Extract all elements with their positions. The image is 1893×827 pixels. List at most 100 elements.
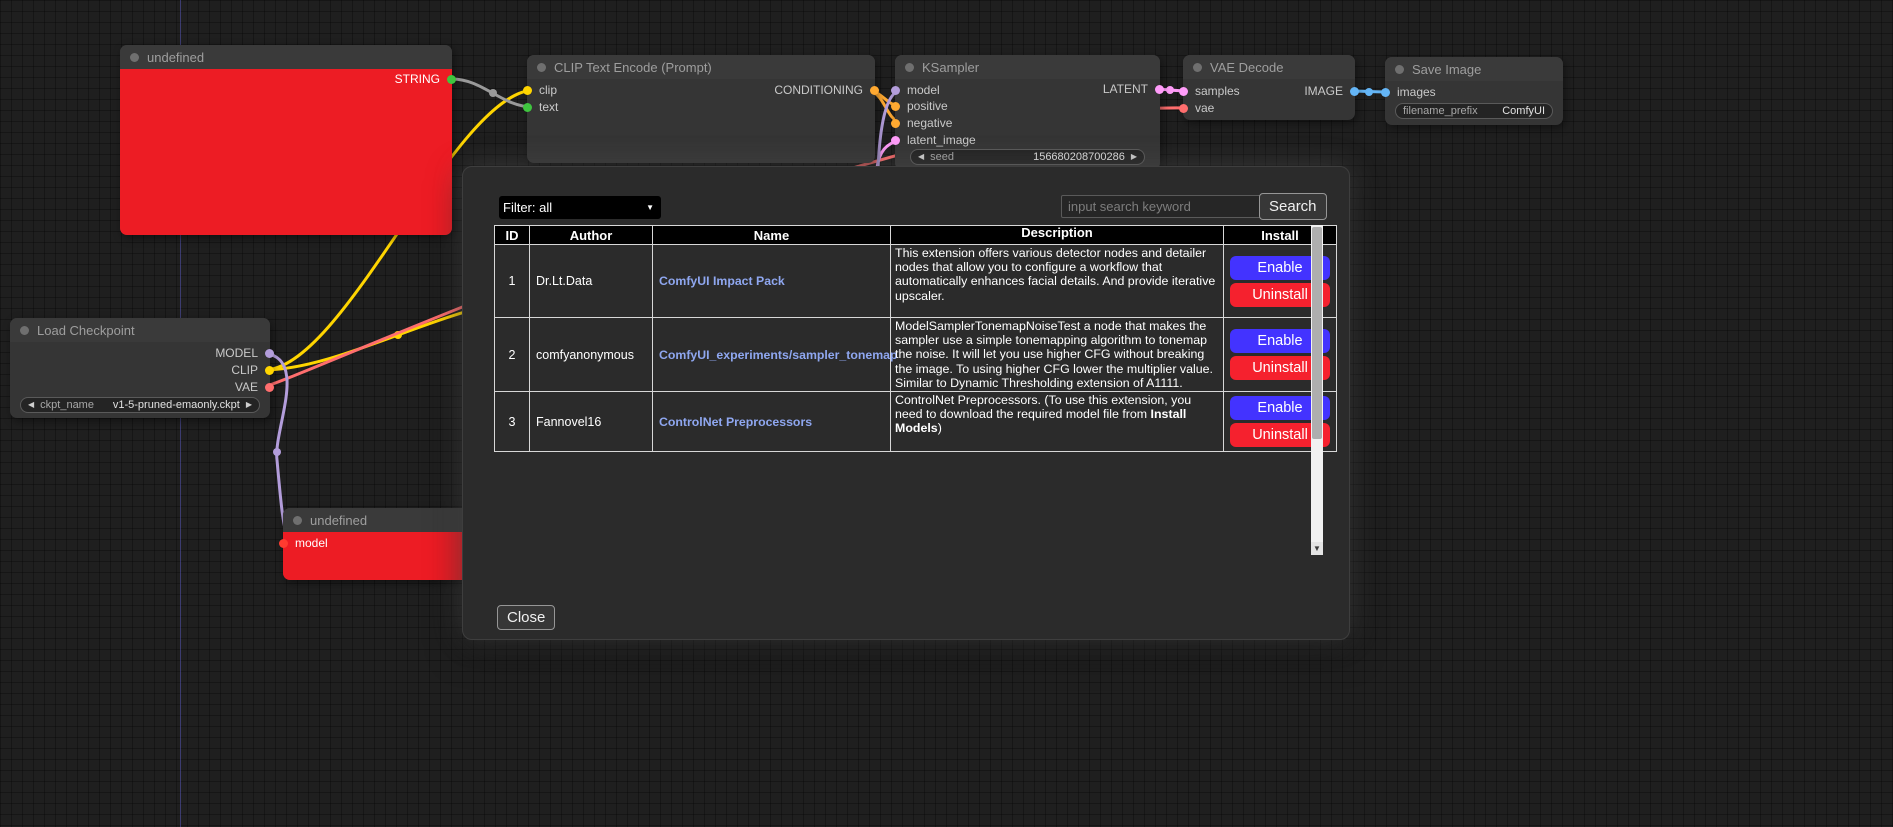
input-slot-text[interactable]: text (539, 100, 558, 114)
slot-label: MODEL (215, 346, 258, 360)
filename-prefix-widget[interactable]: filename_prefix ComfyUI (1395, 103, 1553, 119)
output-slot-model[interactable]: MODEL (215, 346, 258, 360)
node-title-bar[interactable]: CLIP Text Encode (Prompt) (527, 55, 875, 79)
node-ksampler[interactable]: KSampler model positive negative latent_… (895, 55, 1160, 170)
node-save-image[interactable]: Save Image images filename_prefix ComfyU… (1385, 57, 1563, 125)
input-slot-positive[interactable]: positive (907, 99, 948, 113)
arrow-right-icon[interactable]: ▶ (246, 401, 252, 409)
table-header-row: ID Author Name Description Install (495, 226, 1337, 245)
slot-dot-icon[interactable] (1155, 85, 1164, 94)
output-slot-vae[interactable]: VAE (235, 380, 258, 394)
extensions-table-wrap: ID Author Name Description Install 1 Dr.… (494, 225, 1311, 452)
arrow-left-icon[interactable]: ◀ (918, 153, 924, 161)
slot-label: model (295, 536, 328, 550)
input-slot-model[interactable]: model (907, 83, 940, 97)
slot-label: latent_image (907, 133, 976, 147)
wire-dot (273, 448, 281, 456)
cell-id: 3 (495, 392, 530, 452)
slot-dot-icon[interactable] (523, 86, 532, 95)
ckpt-name-widget[interactable]: ◀ ckpt_name v1-5-pruned-emaonly.ckpt ▶ (20, 397, 260, 413)
node-title: Save Image (1412, 62, 1481, 77)
slot-dot-icon[interactable] (891, 86, 900, 95)
extension-link[interactable]: ComfyUI Impact Pack (659, 274, 785, 288)
scrollbar-thumb[interactable] (1312, 227, 1322, 439)
cell-description: This extension offers various detector n… (891, 245, 1224, 318)
collapse-dot-icon[interactable] (20, 326, 29, 335)
scroll-down-arrow-icon[interactable]: ▼ (1311, 542, 1323, 555)
search-input[interactable] (1061, 195, 1261, 218)
node-load-checkpoint[interactable]: Load Checkpoint MODEL CLIP VAE ◀ ckpt_na… (10, 318, 270, 418)
output-slot-conditioning[interactable]: CONDITIONING (774, 83, 863, 97)
extension-link[interactable]: ComfyUI_experiments/sampler_tonemap (659, 348, 898, 362)
slot-label: text (539, 100, 558, 114)
wire-dot (394, 331, 402, 339)
collapse-dot-icon[interactable] (130, 53, 139, 62)
input-slot-images[interactable]: images (1397, 85, 1436, 99)
close-button[interactable]: Close (497, 605, 555, 630)
search-button[interactable]: Search (1259, 193, 1327, 220)
slot-dot-icon[interactable] (523, 103, 532, 112)
input-slot-latent-image[interactable]: latent_image (907, 133, 976, 147)
cell-name: ComfyUI Impact Pack (653, 245, 891, 318)
slot-dot-icon[interactable] (891, 119, 900, 128)
arrow-left-icon[interactable]: ◀ (28, 401, 34, 409)
node-vae-decode[interactable]: VAE Decode samples vae IMAGE (1183, 55, 1355, 120)
node-title: CLIP Text Encode (Prompt) (554, 60, 712, 75)
header-id: ID (495, 226, 530, 245)
slot-dot-icon[interactable] (265, 366, 274, 375)
node-undefined-top[interactable]: undefined STRING (120, 45, 452, 235)
slot-dot-icon[interactable] (1179, 87, 1188, 96)
slot-dot-icon[interactable] (265, 383, 274, 392)
node-undefined-bottom[interactable]: undefined model (283, 508, 473, 580)
input-slot-vae[interactable]: vae (1195, 101, 1214, 115)
input-slot-negative[interactable]: negative (907, 116, 952, 130)
node-title-bar[interactable]: Load Checkpoint (10, 318, 270, 342)
custom-nodes-manager-dialog: Filter: all ▼ Search ID Author Name Desc… (462, 166, 1350, 640)
node-title-bar[interactable]: KSampler (895, 55, 1160, 79)
cell-description: ControlNet Preprocessors. (To use this e… (891, 392, 1224, 452)
collapse-dot-icon[interactable] (537, 63, 546, 72)
slot-dot-icon[interactable] (870, 86, 879, 95)
extension-link[interactable]: ControlNet Preprocessors (659, 415, 812, 429)
input-slot-clip[interactable]: clip (539, 83, 557, 97)
node-editor-canvas[interactable]: undefined STRING CLIP Text Encode (Promp… (0, 0, 1893, 827)
cell-name: ComfyUI_experiments/sampler_tonemap (653, 318, 891, 392)
node-title: VAE Decode (1210, 60, 1283, 75)
widget-value: v1-5-pruned-emaonly.ckpt (113, 399, 240, 411)
node-title-bar[interactable]: undefined (120, 45, 452, 69)
slot-dot-icon[interactable] (447, 75, 456, 84)
slot-dot-icon[interactable] (265, 349, 274, 358)
collapse-dot-icon[interactable] (293, 516, 302, 525)
slot-dot-icon[interactable] (891, 102, 900, 111)
slot-dot-icon[interactable] (1350, 87, 1359, 96)
arrow-right-icon[interactable]: ▶ (1131, 153, 1137, 161)
seed-widget[interactable]: ◀ seed 156680208700286 ▶ (910, 149, 1145, 165)
input-slot-model[interactable]: model (295, 536, 328, 550)
slot-label: clip (539, 83, 557, 97)
node-title-bar[interactable]: Save Image (1385, 57, 1563, 81)
input-slot-samples[interactable]: samples (1195, 84, 1240, 98)
collapse-dot-icon[interactable] (1395, 65, 1404, 74)
output-slot-latent[interactable]: LATENT (1103, 82, 1148, 96)
node-title-bar[interactable]: undefined (283, 508, 473, 532)
filter-dropdown[interactable]: Filter: all (499, 196, 661, 219)
node-title: KSampler (922, 60, 979, 75)
slot-dot-icon[interactable] (1179, 104, 1188, 113)
node-clip-text-encode[interactable]: CLIP Text Encode (Prompt) clip text COND… (527, 55, 875, 163)
node-title: undefined (147, 50, 204, 65)
slot-dot-icon[interactable] (891, 136, 900, 145)
collapse-dot-icon[interactable] (1193, 63, 1202, 72)
wire-string-to-text (452, 79, 533, 107)
output-slot-image[interactable]: IMAGE (1304, 84, 1343, 98)
output-slot-string[interactable]: STRING (395, 72, 440, 86)
slot-dot-icon[interactable] (1381, 88, 1390, 97)
slot-label: positive (907, 99, 948, 113)
slot-dot-icon[interactable] (279, 539, 288, 548)
collapse-dot-icon[interactable] (905, 63, 914, 72)
node-title-bar[interactable]: VAE Decode (1183, 55, 1355, 79)
widget-value: ComfyUI (1502, 105, 1545, 117)
table-scrollbar[interactable]: ▼ (1311, 225, 1323, 555)
output-slot-clip[interactable]: CLIP (231, 363, 258, 377)
slot-label: images (1397, 85, 1436, 99)
cell-description: ModelSamplerTonemapNoiseTest a node that… (891, 318, 1224, 392)
